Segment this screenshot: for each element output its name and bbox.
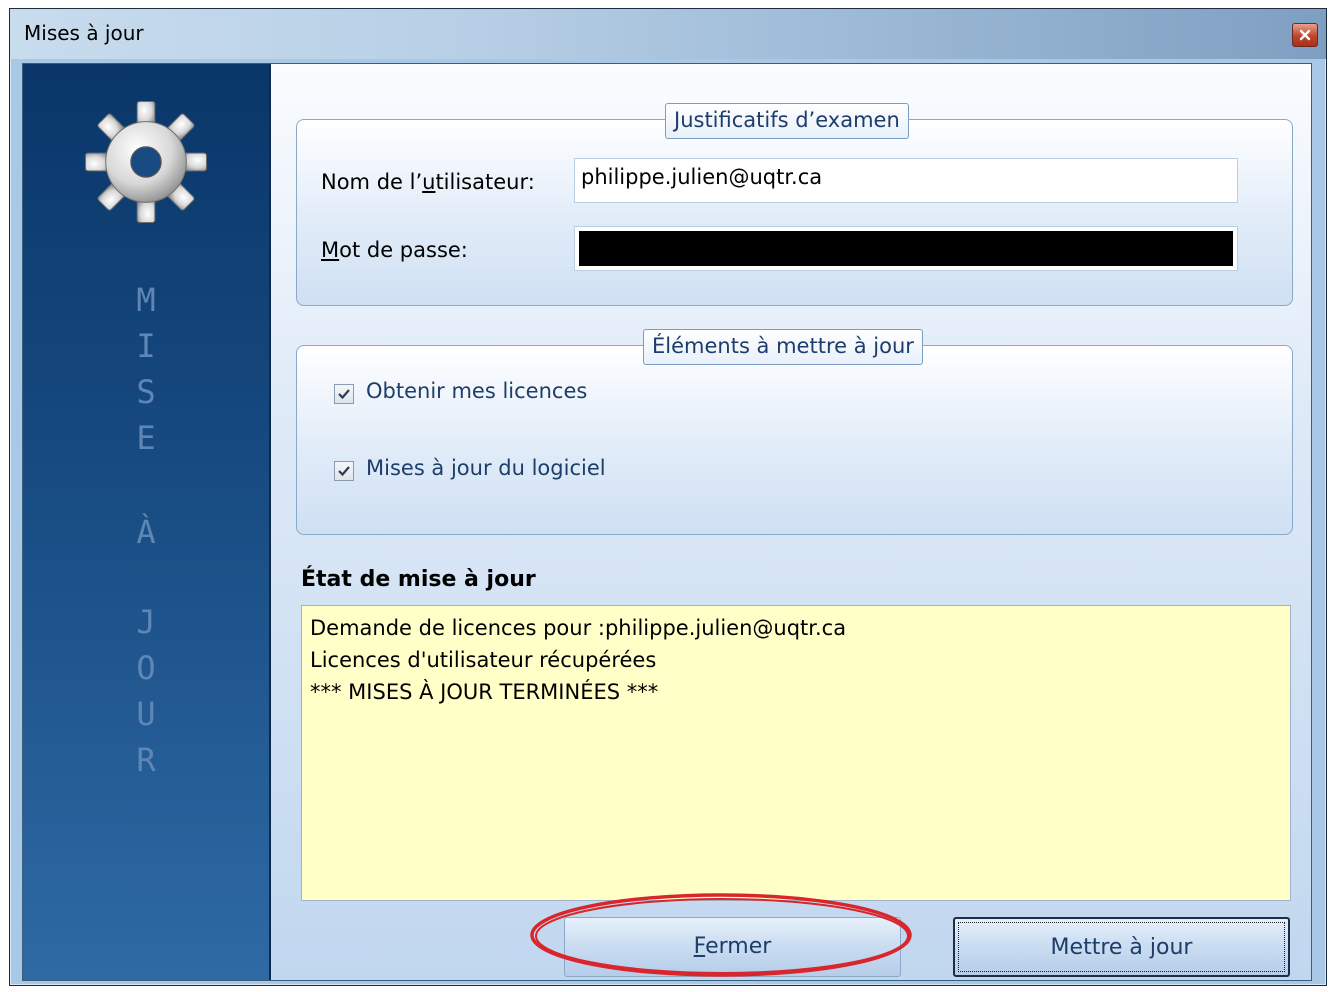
- credentials-group: Justificatifs d’examen Nom de l’utilisat…: [296, 103, 1293, 306]
- dialog-body: M I S E À J O U R Justificatifs d’examen…: [22, 63, 1312, 981]
- sidebar-title-mise: M I S E: [136, 281, 156, 457]
- sidebar-title-jour: J O U R: [136, 603, 156, 779]
- status-line: *** MISES À JOUR TERMINÉES ***: [310, 680, 659, 704]
- status-line: Licences d'utilisateur récupérées: [310, 648, 657, 672]
- status-line: Demande de licences pour :philippe.julie…: [310, 616, 847, 640]
- status-title: État de mise à jour: [301, 567, 536, 592]
- checkmark-icon: [338, 389, 350, 400]
- password-label: Mot de passe:: [321, 238, 468, 262]
- items-group: Éléments à mettre à jour Obtenir mes lic…: [296, 329, 1293, 535]
- checkbox-licences[interactable]: [334, 384, 354, 404]
- checkmark-icon: [338, 466, 350, 477]
- sidebar-banner: M I S E À J O U R: [23, 64, 271, 980]
- main-panel: Justificatifs d’examen Nom de l’utilisat…: [271, 64, 1311, 980]
- gear-icon: [85, 101, 207, 223]
- checkbox-software-updates[interactable]: [334, 461, 354, 481]
- title-bar[interactable]: Mises à jour: [10, 9, 1326, 59]
- update-button[interactable]: Mettre à jour: [953, 917, 1290, 977]
- credentials-legend: Justificatifs d’examen: [665, 103, 909, 139]
- status-log[interactable]: Demande de licences pour :philippe.julie…: [301, 605, 1291, 901]
- username-input[interactable]: philippe.julien@uqtr.ca: [574, 158, 1238, 203]
- sidebar-title-a: À: [136, 513, 156, 551]
- window-title: Mises à jour: [24, 21, 144, 45]
- updates-dialog: Mises à jour M I S E À J O U R Justifica…: [9, 8, 1327, 986]
- window-close-button[interactable]: [1292, 23, 1318, 47]
- checkbox-software-updates-label[interactable]: Mises à jour du logiciel: [366, 456, 606, 480]
- username-label: Nom de l’utilisateur:: [321, 170, 535, 194]
- close-icon: [1299, 26, 1311, 45]
- checkbox-licences-label[interactable]: Obtenir mes licences: [366, 379, 587, 403]
- close-button[interactable]: Fermer: [564, 917, 901, 977]
- password-input[interactable]: [574, 226, 1238, 271]
- items-legend: Éléments à mettre à jour: [643, 329, 923, 365]
